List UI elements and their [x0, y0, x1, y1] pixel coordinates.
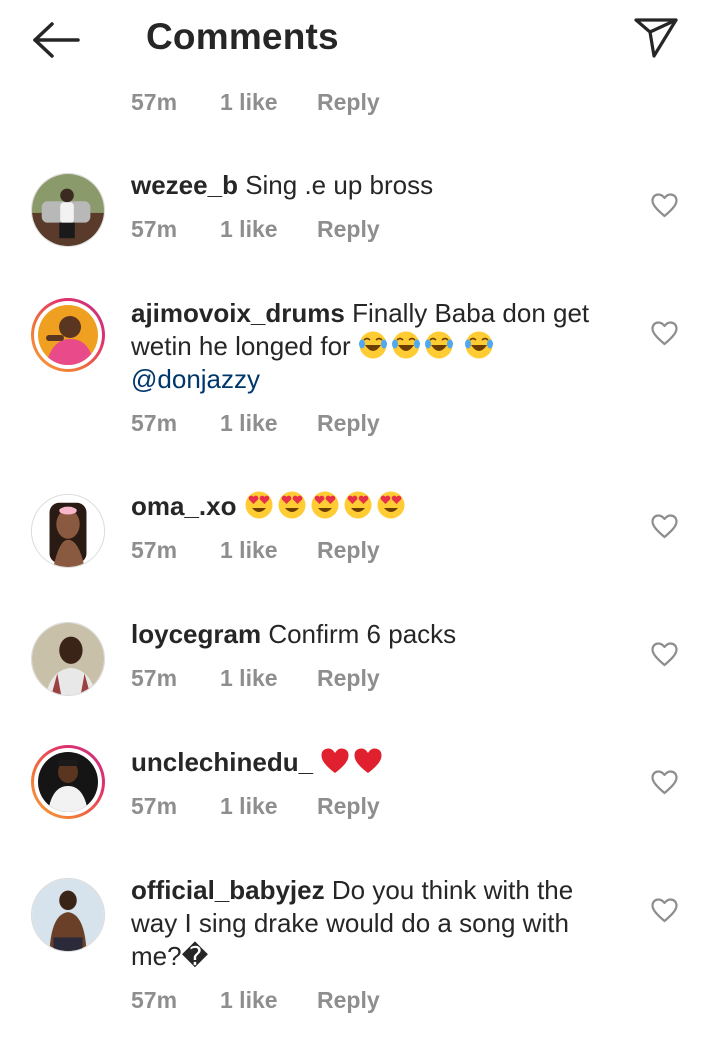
comment-likes[interactable]: 1 like: [220, 987, 278, 1014]
comment-likes[interactable]: 1 like: [220, 793, 278, 820]
comment-text: wezee_b Sing .e up bross: [131, 169, 591, 202]
comment-time: 57m: [131, 537, 178, 563]
comment-likes[interactable]: 1 like: [220, 537, 278, 564]
comment-likes[interactable]: 1 like: [220, 89, 278, 116]
comment-username[interactable]: oma_.xo: [131, 491, 237, 521]
avatar[interactable]: [31, 745, 105, 819]
heart-outline-icon[interactable]: [651, 642, 678, 667]
heart-eyes-emoji: [310, 490, 340, 520]
heart-outline-icon[interactable]: [651, 514, 678, 539]
comment-time: 57m: [131, 216, 178, 242]
comment-likes[interactable]: 1 like: [220, 410, 278, 437]
page-title: Comments: [146, 16, 339, 57]
comment-username[interactable]: wezee_b: [131, 170, 238, 200]
heart-eyes-emoji: [244, 490, 274, 520]
comment-time: 57m: [131, 89, 178, 115]
mention-link[interactable]: @donjazzy: [131, 364, 260, 394]
reply-button[interactable]: Reply: [317, 793, 380, 820]
tears-of-joy-emoji: [424, 330, 454, 360]
comment-text: oma_.xo: [131, 490, 591, 523]
red-heart-emoji: [320, 746, 350, 776]
comment-username[interactable]: ajimovoix_drums: [131, 298, 345, 328]
red-heart-emoji: [353, 746, 383, 776]
comment-text: ajimovoix_drums Finally Baba don get wet…: [131, 297, 591, 396]
comment-username[interactable]: official_babyjez: [131, 875, 325, 905]
comment-text: loycegram Confirm 6 packs: [131, 618, 591, 651]
comment-username[interactable]: loycegram: [131, 619, 261, 649]
comment-likes[interactable]: 1 like: [220, 665, 278, 692]
comment-time: 57m: [131, 987, 178, 1013]
avatar[interactable]: [31, 878, 105, 952]
heart-eyes-emoji: [277, 490, 307, 520]
heart-eyes-emoji: [343, 490, 373, 520]
heart-outline-icon[interactable]: [651, 321, 678, 346]
comment-body: Sing .e up bross: [245, 170, 434, 200]
avatar[interactable]: [31, 298, 105, 372]
reply-button[interactable]: Reply: [317, 89, 380, 116]
reply-button[interactable]: Reply: [317, 987, 380, 1014]
avatar[interactable]: [31, 622, 105, 696]
avatar[interactable]: [31, 173, 105, 247]
heart-outline-icon[interactable]: [651, 770, 678, 795]
reply-button[interactable]: Reply: [317, 537, 380, 564]
tears-of-joy-emoji: [358, 330, 388, 360]
missing-glyph: �: [181, 941, 209, 971]
reply-button[interactable]: Reply: [317, 216, 380, 243]
heart-eyes-emoji: [376, 490, 406, 520]
reply-button[interactable]: Reply: [317, 665, 380, 692]
heart-outline-icon[interactable]: [651, 898, 678, 923]
paper-plane-icon[interactable]: [632, 16, 680, 60]
comment-time: 57m: [131, 793, 178, 819]
comment-time: 57m: [131, 665, 178, 691]
tears-of-joy-emoji: [391, 330, 421, 360]
reply-button[interactable]: Reply: [317, 410, 380, 437]
comment-text: unclechinedu_: [131, 746, 591, 779]
tears-of-joy-emoji: [464, 330, 494, 360]
comment-likes[interactable]: 1 like: [220, 216, 278, 243]
comment-username[interactable]: unclechinedu_: [131, 747, 313, 777]
avatar[interactable]: [31, 494, 105, 568]
heart-outline-icon[interactable]: [651, 193, 678, 218]
header-bar: Comments: [0, 0, 720, 80]
back-arrow-icon[interactable]: [30, 20, 82, 60]
comment-time: 57m: [131, 410, 178, 436]
comment-body: Confirm 6 packs: [268, 619, 457, 649]
comment-text: official_babyjez Do you think with the w…: [131, 874, 591, 973]
